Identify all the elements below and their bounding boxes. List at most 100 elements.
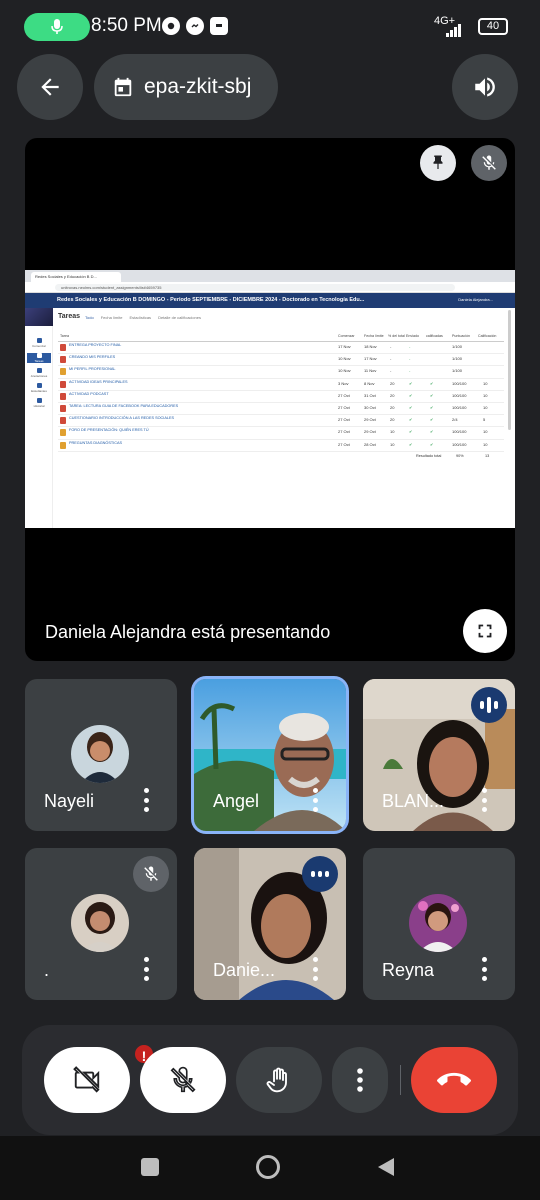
subtab-fecha-limite[interactable]: Fecha límite bbox=[101, 315, 123, 320]
meeting-info-button[interactable]: epa-zkit-sbj bbox=[94, 54, 278, 120]
more-options-button[interactable] bbox=[143, 788, 149, 812]
audio-output-button[interactable] bbox=[452, 54, 518, 120]
cell-graded: ✔ bbox=[430, 392, 434, 398]
subtab-estadisticas[interactable]: Estadísticas bbox=[129, 315, 151, 320]
more-options-button[interactable] bbox=[481, 957, 487, 981]
cell-score: 100/100 bbox=[452, 392, 467, 398]
url-field[interactable]: unitrovas.neolms.com/student_assignments… bbox=[55, 284, 455, 291]
total-label: Resultado total bbox=[416, 453, 442, 458]
raise-hand-button[interactable] bbox=[236, 1047, 322, 1113]
whatsapp-icon bbox=[162, 17, 180, 35]
cell-grade: 10 bbox=[483, 441, 488, 447]
sidebar-item-label: Anotaciones bbox=[30, 374, 48, 378]
participant-name: Nayeli bbox=[44, 791, 95, 811]
cell-pct: 20 bbox=[390, 404, 395, 410]
sidebar-item-label: Tareas bbox=[34, 359, 44, 363]
table-row[interactable]: ACTIVIDAD PODCAST 27 Oct 31 Oct 20 ✔ ✔ 100/100… bbox=[58, 391, 504, 403]
sidebar-item-label: Estudiantes bbox=[31, 389, 47, 393]
participant-tile-danie[interactable]: Danie... bbox=[194, 848, 346, 1000]
system-nav-bar bbox=[0, 1136, 540, 1200]
cell-start: 27 Oct bbox=[338, 441, 350, 447]
cell-pct: 10 bbox=[390, 429, 395, 435]
subtab-detalle[interactable]: Detalle de calificaciones bbox=[158, 315, 201, 320]
participant-name: BLAN... bbox=[382, 791, 445, 811]
more-options-button[interactable] bbox=[312, 957, 318, 981]
mic-active-indicator[interactable] bbox=[24, 13, 90, 41]
table-row[interactable]: MI PERFIL PROFESIONAL 10 Nov 11 Nov - - 1/100 bbox=[58, 366, 504, 379]
browser-tab-strip: Redes Sociales y Educación B D... bbox=[25, 270, 515, 282]
assignment-name[interactable]: MI PERFIL PROFESIONAL bbox=[69, 367, 116, 371]
chat-icon bbox=[210, 17, 228, 35]
assignment-type-icon bbox=[60, 441, 66, 449]
assignment-name[interactable]: CREANDO MIS PERFILES bbox=[69, 355, 115, 359]
cell-graded: ✔ bbox=[430, 380, 434, 386]
scrollbar[interactable] bbox=[508, 310, 511, 430]
pin-button[interactable] bbox=[420, 145, 456, 181]
recents-button[interactable] bbox=[141, 1158, 159, 1176]
avatar bbox=[71, 725, 129, 783]
assignment-name[interactable]: CUESTIONARIO INTRODUCCIÓN A LAS REDES SO… bbox=[69, 416, 174, 420]
more-options-button[interactable] bbox=[312, 788, 318, 812]
shared-screen: Redes Sociales y Educación B D... unitro… bbox=[25, 270, 515, 528]
subtab-todo[interactable]: Todo bbox=[85, 315, 94, 320]
assignment-name[interactable]: TAREA: LECTURA GUIA DE FACEBOOK PARA EDU… bbox=[69, 404, 178, 408]
sidebar-item-label: Historial bbox=[33, 404, 45, 408]
table-body: ENTREGA PROYECTO FINAL 17 Nov 18 Nov - - 1/10… bbox=[58, 342, 504, 452]
participant-tile-reyna[interactable]: Reyna bbox=[363, 848, 515, 1000]
assignment-name[interactable]: ACTIVIDAD PODCAST bbox=[69, 392, 109, 396]
presentation-tile[interactable]: Redes Sociales y Educación B D... unitro… bbox=[25, 138, 515, 661]
more-options-button[interactable] bbox=[332, 1047, 388, 1113]
sidebar-item-anotaciones[interactable]: Anotaciones bbox=[27, 368, 51, 378]
back-button[interactable] bbox=[17, 54, 83, 120]
participant-muted-indicator bbox=[133, 856, 169, 892]
total-pct: 90% bbox=[456, 453, 464, 458]
lms-sidebar: Comenzar Tareas Anotaciones Estudiantes … bbox=[25, 308, 53, 528]
table-row[interactable]: ACTIVIDAD IDEAS PRINCIPALES 3 Nov 8 Nov 20 ✔… bbox=[58, 379, 504, 391]
table-row[interactable]: CREANDO MIS PERFILES 10 Nov 17 Nov - - 1/100 bbox=[58, 354, 504, 367]
cell-score: 2/4 bbox=[452, 417, 458, 423]
cell-due: 28 Oct bbox=[364, 441, 376, 447]
cell-start: 27 Oct bbox=[338, 404, 350, 410]
table-row[interactable]: PREGUNTAS DIAGNÓSTICAS 27 Oct 28 Oct 10 ✔ ✔ 10… bbox=[58, 440, 504, 452]
clock: 8:50 PM bbox=[91, 15, 162, 36]
video-off-icon bbox=[73, 1066, 100, 1093]
sidebar-item-historial[interactable]: Historial bbox=[27, 398, 51, 408]
browser-tab[interactable]: Redes Sociales y Educación B D... bbox=[31, 272, 121, 282]
table-row[interactable]: ENTREGA PROYECTO FINAL 17 Nov 18 Nov - - 1/10… bbox=[58, 342, 504, 355]
cell-sent: ✔ bbox=[409, 429, 413, 435]
cell-start: 3 Nov bbox=[338, 380, 349, 386]
fullscreen-button[interactable] bbox=[463, 609, 507, 653]
assignment-name[interactable]: ENTREGA PROYECTO FINAL bbox=[69, 343, 121, 347]
assignment-type-icon bbox=[60, 368, 66, 376]
cell-due: 18 Nov bbox=[364, 344, 377, 349]
phone-hangup-icon bbox=[437, 1072, 471, 1086]
assignment-name[interactable]: ACTIVIDAD IDEAS PRINCIPALES bbox=[69, 380, 128, 384]
camera-off-button[interactable]: ! bbox=[44, 1043, 155, 1113]
assignment-name[interactable]: PREGUNTAS DIAGNÓSTICAS bbox=[69, 441, 122, 445]
assignment-type-icon bbox=[60, 344, 66, 351]
cell-start: 27 Oct bbox=[338, 417, 350, 423]
sidebar-item-tareas[interactable]: Tareas bbox=[27, 353, 51, 363]
home-button[interactable] bbox=[256, 1155, 280, 1179]
sidebar-item-estudiantes[interactable]: Estudiantes bbox=[27, 383, 51, 393]
end-call-button[interactable] bbox=[411, 1047, 497, 1113]
table-row[interactable]: CUESTIONARIO INTRODUCCIÓN A LAS REDES SO… bbox=[58, 415, 504, 428]
more-options-button[interactable] bbox=[481, 788, 487, 812]
more-options-button[interactable] bbox=[143, 957, 149, 981]
participant-tile-angel[interactable]: Angel bbox=[194, 679, 346, 831]
table-row[interactable]: FORO DE PRESENTACIÓN: QUIÉN ERES TÚ 27 Oc… bbox=[58, 427, 504, 440]
back-nav-button[interactable] bbox=[374, 1156, 396, 1178]
participant-tile-blan[interactable]: BLAN... bbox=[363, 679, 515, 831]
presenter-label: Daniela Alejandra está presentando bbox=[45, 622, 331, 642]
cell-grade: 10 bbox=[483, 392, 488, 398]
mic-off-button[interactable] bbox=[140, 1047, 226, 1113]
participant-tile-dot[interactable]: . bbox=[25, 848, 177, 1000]
sidebar-item-label: Comenzar bbox=[32, 344, 46, 348]
participant-tile-nayeli[interactable]: Nayeli bbox=[25, 679, 177, 831]
assignment-type-icon bbox=[60, 356, 66, 364]
table-row[interactable]: TAREA: LECTURA GUIA DE FACEBOOK PARA EDU… bbox=[58, 403, 504, 416]
sidebar-item-comenzar[interactable]: Comenzar bbox=[27, 338, 51, 348]
assignment-name[interactable]: FORO DE PRESENTACIÓN: QUIÉN ERES TÚ bbox=[69, 428, 149, 432]
page-title: Tareas bbox=[58, 313, 81, 320]
assignment-type-icon bbox=[60, 404, 66, 412]
